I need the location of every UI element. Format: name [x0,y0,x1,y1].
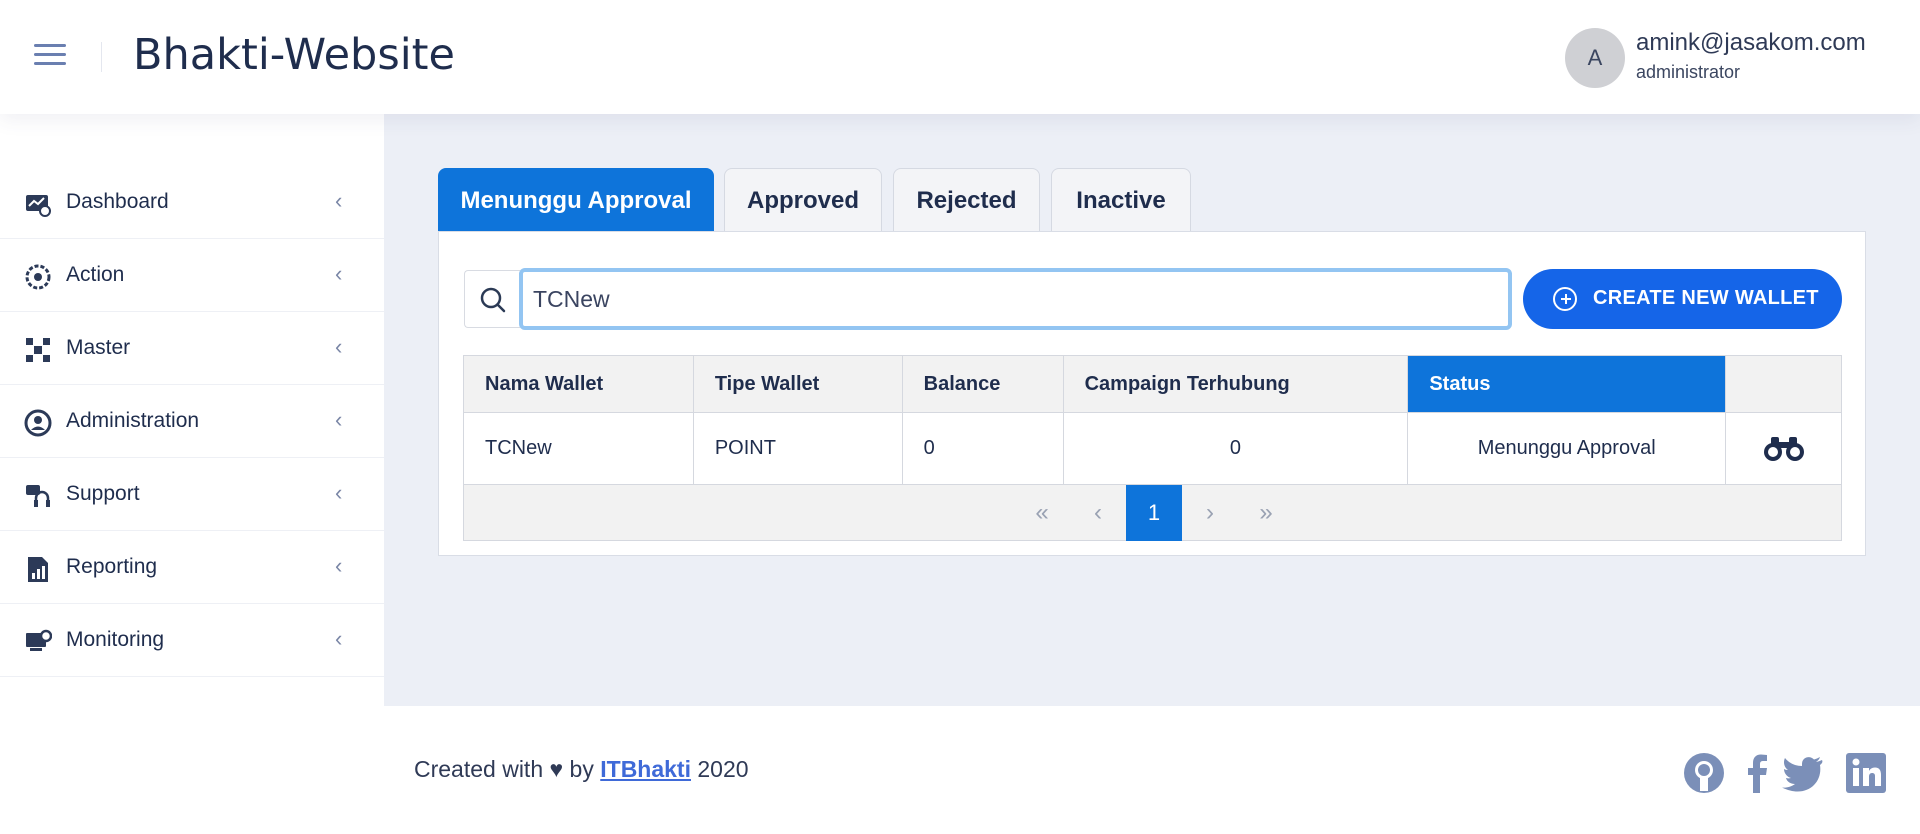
network-icon [26,338,50,362]
main-content: Menunggu Approval Approved Rejected Inac… [384,114,1920,706]
report-icon [28,557,48,582]
headset-icon [26,485,50,507]
column-header-nama-wallet[interactable]: Nama Wallet [463,355,694,413]
binoculars-icon[interactable] [1762,435,1806,463]
facebook-icon[interactable] [1736,751,1780,795]
sidebar-item-label: Reporting [66,555,158,578]
sidebar-item-label: Administration [66,409,200,432]
github-icon[interactable] [1682,751,1726,795]
header-divider [101,42,102,72]
chevron-left-icon: ‹ [335,553,343,578]
sidebar-item-monitoring[interactable]: Monitoring ‹ [0,604,384,677]
gears-icon [25,264,51,290]
app-title: Bhakti-Website [133,30,455,80]
create-new-wallet-button[interactable]: CREATE NEW WALLET [1523,269,1842,329]
sidebar-item-label: Dashboard [66,190,169,213]
table-row: TCNew POINT 0 0 Menunggu Approval [463,412,1842,485]
search-box [464,268,1512,330]
footer-credit: Created with ♥ by ITBhakti 2020 [414,756,749,783]
tab-inactive[interactable]: Inactive [1051,168,1191,232]
chevron-left-icon: ‹ [335,626,343,651]
itbhakti-link[interactable]: ITBhakti [600,756,691,782]
page-next-button[interactable]: › [1182,485,1238,541]
page-number-button[interactable]: 1 [1126,485,1182,541]
sidebar-item-reporting[interactable]: Reporting ‹ [0,531,384,604]
sidebar-item-dashboard[interactable]: Dashboard ‹ [0,166,384,239]
column-header-tipe-wallet[interactable]: Tipe Wallet [692,355,903,413]
twitter-icon[interactable] [1780,751,1824,795]
sidebar-item-label: Support [66,482,140,505]
create-new-wallet-label: CREATE NEW WALLET [1593,287,1819,309]
user-email[interactable]: amink@jasakom.com [1636,29,1866,57]
sidebar-item-label: Action [66,263,125,286]
column-header-campaign-terhubung[interactable]: Campaign Terhubung [1062,355,1409,413]
cell-campaign: 0 [1062,412,1409,485]
tab-rejected[interactable]: Rejected [893,168,1040,232]
table-header-row: Nama Wallet Tipe Wallet Balance Campaign… [463,355,1842,413]
sidebar-item-administration[interactable]: Administration ‹ [0,385,384,458]
page-last-button[interactable]: » [1238,485,1294,541]
chevron-left-icon: ‹ [335,407,343,432]
search-prefix [464,270,520,328]
wallet-table: Nama Wallet Tipe Wallet Balance Campaign… [463,355,1842,541]
cell-nama-wallet: TCNew [463,412,694,485]
sidebar-item-label: Master [66,336,131,359]
pagination-row: « ‹ 1 › » [463,484,1842,541]
chevron-left-icon: ‹ [335,261,343,286]
chevron-left-icon: ‹ [335,480,343,505]
column-header-status[interactable]: Status [1407,355,1727,413]
search-icon [480,287,506,313]
search-input[interactable] [519,268,1512,330]
sidebar-item-action[interactable]: Action ‹ [0,239,384,312]
column-header-balance[interactable]: Balance [901,355,1064,413]
chevron-left-icon: ‹ [335,334,343,359]
dashboard-icon [26,195,51,217]
footer: Created with ♥ by ITBhakti 2020 [384,706,1920,834]
user-role: administrator [1636,62,1741,82]
sidebar-item-label: Monitoring [66,628,165,651]
column-header-action [1725,355,1842,413]
cell-balance: 0 [901,412,1064,485]
tab-menunggu-approval[interactable]: Menunggu Approval [438,168,714,232]
chevron-left-icon: ‹ [335,188,343,213]
cell-tipe-wallet: POINT [692,412,903,485]
tab-approved[interactable]: Approved [724,168,882,232]
cell-action [1725,412,1842,485]
top-header: Bhakti-Website A amink@jasakom.com admin… [0,0,1920,114]
page-prev-button[interactable]: ‹ [1070,485,1126,541]
sidebar-item-support[interactable]: Support ‹ [0,458,384,531]
page-first-button[interactable]: « [1014,485,1070,541]
user-avatar[interactable]: A [1565,28,1625,88]
footer-prefix: Created with ♥ by [414,756,601,782]
wallet-panel: CREATE NEW WALLET Nama Wallet Tipe Walle… [438,231,1866,556]
sidebar-item-master[interactable]: Master ‹ [0,312,384,385]
pagination-cell: « ‹ 1 › » [463,484,1842,541]
linkedin-icon[interactable] [1844,751,1888,795]
hamburger-menu-icon[interactable] [34,44,68,68]
plus-circle-icon [1553,287,1577,311]
monitor-gear-icon [26,629,52,651]
user-gear-icon [24,409,52,437]
footer-suffix: 2020 [690,756,749,782]
cell-status: Menunggu Approval [1407,412,1727,485]
sidebar: Dashboard ‹ Action ‹ Master ‹ Administra… [0,114,384,834]
